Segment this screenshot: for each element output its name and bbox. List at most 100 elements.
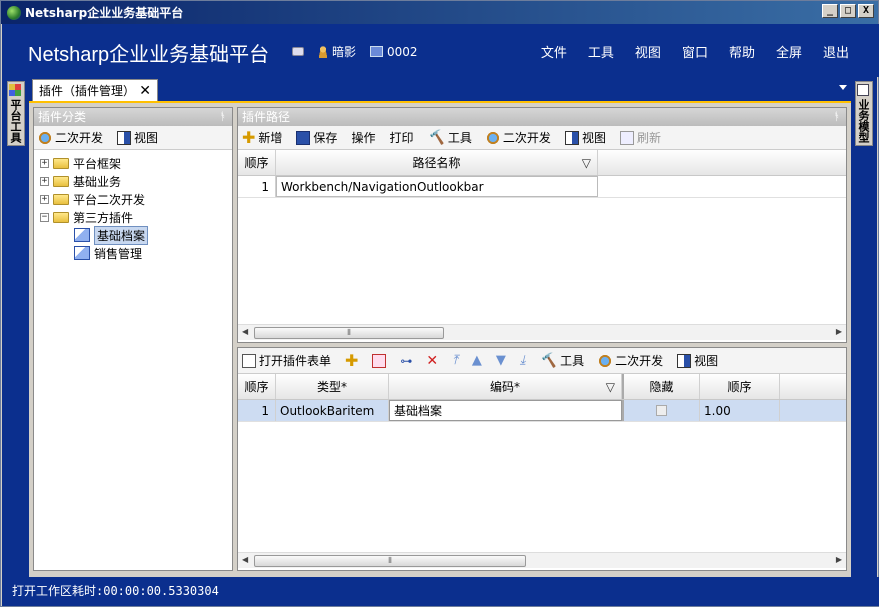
refresh-button[interactable]: 刷新: [619, 129, 661, 146]
form-grid-hscroll[interactable]: ◀ ⦀ ▶: [238, 552, 846, 568]
pin-icon[interactable]: ᚬ: [219, 108, 226, 126]
form-tools-label: 工具: [560, 354, 585, 368]
business-model-label: 业务模型: [857, 99, 870, 143]
hidden-checkbox[interactable]: [656, 405, 667, 416]
form-delete-button[interactable]: ✕: [426, 354, 438, 368]
path-view-button[interactable]: 视图: [564, 129, 606, 146]
form-tools-button[interactable]: 🔨 工具: [540, 352, 584, 369]
form-view-button[interactable]: 视图: [677, 352, 718, 369]
open-form-button[interactable]: 打开插件表单: [242, 352, 331, 369]
menu-exit[interactable]: 退出: [823, 42, 849, 61]
filter-icon[interactable]: ▽: [582, 156, 591, 170]
path-grid-hscroll[interactable]: ◀ ⦀ ▶: [238, 324, 846, 340]
path-dev-button[interactable]: 二次开发: [485, 129, 551, 146]
scroll-left-icon[interactable]: ◀: [242, 555, 248, 564]
platform-tools-tab[interactable]: 平台工具: [7, 81, 25, 146]
category-dev-button[interactable]: 二次开发: [38, 129, 103, 146]
menu-help[interactable]: 帮助: [729, 42, 755, 61]
category-panel-header: 插件分类 ᚬ: [34, 108, 232, 126]
cell-type[interactable]: OutlookBaritem: [276, 400, 389, 421]
move-top-button[interactable]: ⤒: [452, 352, 458, 368]
move-down-icon: ▼: [495, 352, 506, 368]
expand-icon[interactable]: +: [40, 176, 49, 186]
station-id: 0002: [387, 44, 418, 59]
cell-seq: 1: [238, 176, 276, 197]
menu-tools[interactable]: 工具: [588, 42, 614, 61]
tree-node-basic-archive[interactable]: 基础档案: [40, 225, 226, 245]
maximize-button[interactable]: □: [840, 4, 856, 18]
form-add-button[interactable]: ✚: [345, 352, 358, 368]
tree-node-platform-dev[interactable]: + 平台二次开发: [40, 190, 226, 208]
operate-button[interactable]: 操作: [351, 129, 375, 146]
save-button[interactable]: 保存: [296, 129, 337, 146]
table-row[interactable]: 1 OutlookBaritem 基础档案 1.00: [238, 400, 846, 422]
scroll-right-icon[interactable]: ▶: [836, 555, 842, 564]
category-view-button[interactable]: 视图: [117, 129, 158, 146]
header-info: 暗影 0002: [292, 43, 418, 60]
path-view-label: 视图: [581, 131, 606, 145]
category-tree: + 平台框架 + 基础业务 + 平台二次开发 − 第三方插件 基础档案 销售管理: [34, 150, 232, 266]
move-bottom-icon: ⤓: [519, 352, 526, 368]
cell-order[interactable]: 1.00: [700, 400, 780, 421]
station-info[interactable]: 0002: [370, 45, 418, 59]
dev-icon: [485, 130, 500, 145]
tree-node-label: 第三方插件: [73, 210, 134, 225]
open-form-label: 打开插件表单: [259, 354, 332, 368]
filter-icon[interactable]: ▽: [606, 380, 615, 394]
cell-code[interactable]: 基础档案: [389, 400, 622, 421]
tree-node-basic-business[interactable]: + 基础业务: [40, 172, 226, 190]
path-toolbar: ✚ 新增 保存 操作 打印 🔨 工具 二次开发 视图 刷新: [238, 126, 846, 150]
tree-node-third-party[interactable]: − 第三方插件: [40, 208, 226, 226]
expand-icon[interactable]: +: [40, 194, 49, 204]
move-top-icon: ⤒: [452, 352, 458, 368]
form-dev-button[interactable]: 二次开发: [598, 352, 663, 369]
tab-close-icon[interactable]: ✕: [139, 83, 151, 99]
scroll-thumb[interactable]: ⦀: [254, 327, 444, 339]
tree-node-sales[interactable]: 销售管理: [40, 244, 226, 262]
business-model-tab[interactable]: 业务模型: [855, 81, 873, 146]
minimize-button[interactable]: _: [822, 4, 838, 18]
expand-icon[interactable]: +: [40, 158, 49, 168]
menu-window[interactable]: 窗口: [682, 42, 708, 61]
move-bottom-button[interactable]: ⤓: [519, 352, 526, 368]
title-bar: Netsharp企业业务基础平台 _ □ X: [1, 1, 878, 24]
menu-fullscreen[interactable]: 全屏: [776, 42, 802, 61]
print-button[interactable]: 打印: [389, 129, 413, 146]
tab-list-dropdown-icon[interactable]: [839, 85, 847, 90]
collapse-icon[interactable]: −: [40, 212, 49, 222]
cell-path[interactable]: Workbench/NavigationOutlookbar: [276, 176, 598, 197]
column-header-path[interactable]: 路径名称 ▽: [276, 150, 598, 175]
scroll-thumb[interactable]: ⦀: [254, 555, 526, 567]
move-up-button[interactable]: ▲: [472, 353, 482, 368]
add-button[interactable]: ✚ 新增: [242, 129, 282, 146]
tree-node-platform-framework[interactable]: + 平台框架: [40, 154, 226, 172]
tree-node-label: 销售管理: [94, 246, 143, 261]
user-info[interactable]: 暗影: [318, 43, 356, 60]
delete-icon: ✕: [426, 352, 439, 369]
scroll-right-icon[interactable]: ▶: [836, 327, 842, 336]
tree-node-label: 平台框架: [73, 156, 122, 171]
tools-button[interactable]: 🔨 工具: [427, 129, 471, 146]
close-button[interactable]: X: [858, 4, 874, 18]
tab-plugin-management[interactable]: 插件（插件管理） ✕: [32, 79, 158, 101]
cell-hidden[interactable]: [622, 400, 700, 421]
camera-icon[interactable]: [292, 47, 304, 56]
scroll-left-icon[interactable]: ◀: [242, 327, 248, 336]
column-header-seq[interactable]: 顺序: [238, 374, 276, 399]
table-row[interactable]: 1 Workbench/NavigationOutlookbar: [238, 176, 846, 198]
menu-file[interactable]: 文件: [541, 42, 567, 61]
form-copy-button[interactable]: [372, 353, 387, 368]
column-header-type[interactable]: 类型*: [276, 374, 389, 399]
column-header-code[interactable]: 编码* ▽: [389, 374, 622, 399]
menu-view[interactable]: 视图: [635, 42, 661, 61]
computer-icon: [370, 46, 384, 57]
tools-label: 工具: [447, 131, 472, 145]
column-header-order[interactable]: 顺序: [700, 374, 780, 399]
column-header-seq[interactable]: 顺序: [238, 150, 276, 175]
app-title: Netsharp企业业务基础平台: [28, 44, 270, 66]
form-dev-label: 二次开发: [615, 354, 664, 368]
form-link-button[interactable]: ⊶: [400, 354, 412, 368]
pin-icon[interactable]: ᚬ: [833, 108, 840, 126]
column-header-hidden[interactable]: 隐藏: [622, 374, 700, 399]
move-down-button[interactable]: ▼: [495, 352, 506, 368]
